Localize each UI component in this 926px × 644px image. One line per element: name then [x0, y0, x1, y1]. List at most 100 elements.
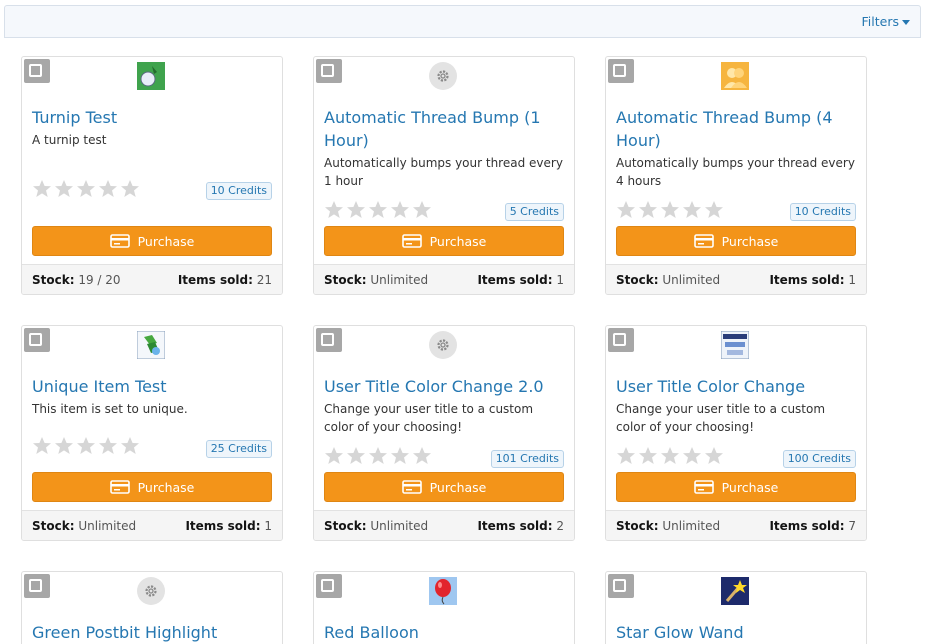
filters-dropdown[interactable]: Filters — [862, 14, 910, 29]
gear-icon — [137, 577, 165, 605]
sold-label: Items sold: — [769, 273, 845, 287]
star-icon[interactable] — [660, 446, 680, 466]
purchase-button[interactable]: Purchase — [616, 226, 856, 256]
star-icon[interactable] — [368, 446, 388, 466]
select-checkbox[interactable] — [608, 59, 634, 83]
rating-stars[interactable] — [616, 446, 724, 466]
item-title[interactable]: User Title Color Change 2.0 — [324, 375, 564, 398]
credits-badge: 10 Credits — [205, 182, 272, 200]
star-icon[interactable] — [412, 446, 432, 466]
sold-info: Items sold: 1 — [477, 273, 564, 287]
star-icon[interactable] — [76, 179, 96, 199]
star-icon[interactable] — [76, 436, 96, 456]
star-icon[interactable] — [120, 436, 140, 456]
item-title[interactable]: Red Balloon — [324, 621, 564, 644]
item-footer: Stock: Unlimited Items sold: 1 — [606, 264, 866, 294]
star-icon[interactable] — [390, 446, 410, 466]
star-icon[interactable] — [412, 200, 432, 220]
stock-label: Stock: — [616, 519, 659, 533]
star-icon[interactable] — [54, 436, 74, 456]
stock-value: 19 / 20 — [78, 273, 121, 287]
select-checkbox[interactable] — [316, 574, 342, 598]
item-title[interactable]: User Title Color Change — [616, 375, 856, 398]
select-checkbox[interactable] — [316, 59, 342, 83]
sold-label: Items sold: — [769, 519, 845, 533]
item-footer: Stock: Unlimited Items sold: 1 — [314, 264, 574, 294]
star-icon[interactable] — [324, 200, 344, 220]
item-title[interactable]: Automatic Thread Bump (1 Hour) — [324, 106, 564, 152]
star-icon[interactable] — [32, 179, 52, 199]
rating-stars[interactable] — [32, 179, 140, 199]
item-footer: Stock: 19 / 20 Items sold: 21 — [22, 264, 282, 294]
item-description: A turnip test — [32, 133, 107, 147]
star-icon[interactable] — [324, 446, 344, 466]
star-icon[interactable] — [346, 200, 366, 220]
item-card: Green Postbit Highlight — [21, 571, 283, 644]
item-title[interactable]: Automatic Thread Bump (4 Hour) — [616, 106, 856, 152]
stock-value: Unlimited — [662, 519, 721, 533]
star-icon[interactable] — [660, 200, 680, 220]
star-icon[interactable] — [390, 200, 410, 220]
item-footer: Stock: Unlimited Items sold: 2 — [314, 510, 574, 540]
item-card: Unique Item Test This item is set to uni… — [21, 325, 283, 541]
select-checkbox[interactable] — [608, 574, 634, 598]
star-icon[interactable] — [32, 436, 52, 456]
stock-value: Unlimited — [78, 519, 137, 533]
item-description: This item is set to unique. — [32, 402, 188, 416]
select-checkbox[interactable] — [24, 574, 50, 598]
credits-badge: 100 Credits — [782, 450, 856, 468]
unique-item-icon — [137, 331, 165, 359]
purchase-button[interactable]: Purchase — [324, 472, 564, 502]
credits-badge: 101 Credits — [490, 450, 564, 468]
item-card: User Title Color Change 2.0 Change your … — [313, 325, 575, 541]
credit-card-icon — [109, 480, 130, 494]
star-icon[interactable] — [54, 179, 74, 199]
star-icon[interactable] — [704, 446, 724, 466]
select-checkbox[interactable] — [24, 59, 50, 83]
star-icon[interactable] — [704, 200, 724, 220]
stock-label: Stock: — [324, 273, 367, 287]
sold-value: 21 — [256, 273, 272, 287]
credit-card-icon — [109, 234, 130, 248]
credit-card-icon — [693, 234, 714, 248]
item-title[interactable]: Star Glow Wand — [616, 621, 856, 644]
rating-stars[interactable] — [32, 436, 140, 456]
star-icon[interactable] — [638, 446, 658, 466]
purchase-label: Purchase — [429, 479, 487, 495]
rating-stars[interactable] — [324, 446, 432, 466]
purchase-button[interactable]: Purchase — [324, 226, 564, 256]
purchase-label: Purchase — [721, 479, 779, 495]
credit-card-icon — [693, 480, 714, 494]
purchase-button[interactable]: Purchase — [32, 226, 272, 256]
star-icon[interactable] — [616, 446, 636, 466]
select-checkbox[interactable] — [316, 328, 342, 352]
rating-stars[interactable] — [324, 200, 432, 220]
star-icon[interactable] — [368, 200, 388, 220]
item-title[interactable]: Turnip Test — [32, 106, 272, 129]
purchase-button[interactable]: Purchase — [32, 472, 272, 502]
item-title[interactable]: Unique Item Test — [32, 375, 272, 398]
star-icon[interactable] — [682, 200, 702, 220]
select-checkbox[interactable] — [24, 328, 50, 352]
purchase-button[interactable]: Purchase — [616, 472, 856, 502]
stock-label: Stock: — [32, 273, 75, 287]
item-title[interactable]: Green Postbit Highlight — [32, 621, 272, 644]
star-icon[interactable] — [120, 179, 140, 199]
rating-stars[interactable] — [616, 200, 724, 220]
select-checkbox[interactable] — [608, 328, 634, 352]
star-icon[interactable] — [98, 436, 118, 456]
stock-info: Stock: Unlimited — [616, 519, 720, 533]
wand-item-icon — [721, 577, 749, 605]
stock-info: Stock: Unlimited — [616, 273, 720, 287]
star-icon[interactable] — [682, 446, 702, 466]
stock-value: Unlimited — [662, 273, 721, 287]
credit-card-icon — [401, 234, 422, 248]
item-card: Automatic Thread Bump (1 Hour) Automatic… — [313, 56, 575, 295]
item-description: Change your user title to a custom color… — [616, 402, 826, 434]
credit-card-icon — [401, 480, 422, 494]
star-icon[interactable] — [638, 200, 658, 220]
star-icon[interactable] — [98, 179, 118, 199]
balloon-item-icon — [429, 577, 457, 605]
star-icon[interactable] — [616, 200, 636, 220]
star-icon[interactable] — [346, 446, 366, 466]
